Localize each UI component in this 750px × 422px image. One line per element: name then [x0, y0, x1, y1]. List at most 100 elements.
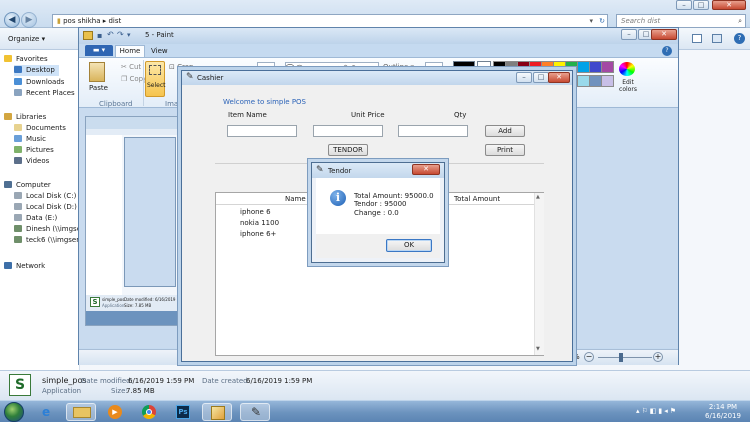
nav-network-drive-teck6[interactable]: teck6 (\\imgserve [14, 235, 88, 246]
photoshop-icon: Ps [176, 405, 190, 419]
nav-recent-places-label: Recent Places [26, 89, 75, 97]
nav-documents[interactable]: Documents [14, 123, 66, 134]
paste-icon[interactable] [89, 62, 105, 82]
table-row[interactable]: nokia 1100 [240, 219, 279, 227]
address-box[interactable]: ▮ pos shikha ▸ dist ▾ ↻ [52, 14, 608, 28]
tendor-title: Tendor [328, 167, 352, 175]
edit-colors-icon[interactable] [619, 62, 635, 76]
column-name[interactable]: Name [285, 195, 306, 203]
nav-favorites[interactable]: Favorites [4, 54, 48, 65]
scroll-down-icon[interactable]: ▼ [536, 346, 540, 352]
back-icon[interactable]: ◀ [4, 12, 20, 28]
nav-desktop[interactable]: Desktop [14, 65, 59, 76]
paint-menu-button[interactable]: ▬ ▾ [85, 45, 113, 56]
nav-pictures[interactable]: Pictures [14, 145, 54, 156]
table-row[interactable]: iphone 6+ [240, 230, 276, 238]
folder-icon: ▮ [57, 17, 61, 25]
nav-pictures-label: Pictures [26, 146, 54, 154]
zoom-slider-thumb[interactable] [619, 353, 623, 362]
tendor-button[interactable]: TENDOR [328, 144, 368, 156]
zoom-out-icon[interactable]: − [584, 352, 594, 362]
ribbon-divider [143, 60, 144, 106]
select-icon [149, 65, 161, 75]
cut-label[interactable]: ✂ Cut [121, 63, 141, 71]
nav-network[interactable]: Network [4, 261, 45, 272]
tab-home[interactable]: Home [115, 45, 145, 57]
dropdown-icon[interactable]: ▾ [589, 15, 593, 27]
paint-help-icon[interactable]: ? [662, 46, 672, 56]
breadcrumb-item-0[interactable]: pos shikha [63, 17, 100, 25]
palette-swatch[interactable] [601, 75, 614, 87]
palette-swatch[interactable] [601, 61, 614, 73]
edit-colors-label[interactable]: Edit colors [617, 79, 639, 93]
preview-pane-icon[interactable] [692, 34, 702, 43]
pictures-icon [14, 146, 22, 153]
taskbar-paint[interactable] [202, 403, 232, 421]
table-scrollbar[interactable]: ▲ ▼ [534, 193, 544, 355]
nav-recent-places[interactable]: Recent Places [14, 88, 75, 99]
cashier-maximize-button[interactable]: □ [533, 72, 549, 83]
ok-button[interactable]: OK [386, 239, 432, 252]
maximize-button[interactable]: □ [693, 0, 709, 10]
nav-downloads[interactable]: Downloads [14, 77, 64, 88]
taskbar-java-app[interactable]: ✎ [240, 403, 270, 421]
cashier-minimize-button[interactable]: – [516, 72, 532, 83]
close-button[interactable]: ✕ [712, 0, 746, 10]
minimize-button[interactable]: – [676, 0, 692, 10]
nav-music[interactable]: Music [14, 134, 46, 145]
nav-drive-d[interactable]: Local Disk (D:) [14, 202, 77, 213]
cashier-close-button[interactable]: ✕ [548, 72, 570, 83]
system-tray-icons[interactable]: ▴⚐◧▮◂⚑ [636, 407, 696, 417]
redo-icon[interactable]: ↷ [117, 30, 124, 39]
save-icon[interactable]: ▪ [97, 31, 102, 40]
table-row[interactable]: iphone 6 [240, 208, 271, 216]
taskbar-photoshop[interactable]: Ps [168, 403, 198, 421]
paste-label[interactable]: Paste [89, 84, 108, 92]
qat-dropdown-icon[interactable]: ▾ [127, 31, 131, 39]
thumbnail-nav [86, 135, 122, 295]
explorer-address-bar: ◀ ▶ ▮ pos shikha ▸ dist ▾ ↻ Search dist … [0, 0, 750, 28]
nav-drive-c[interactable]: Local Disk (C:) [14, 191, 76, 202]
organize-button[interactable]: Organize ▾ [8, 35, 45, 43]
clock-time[interactable]: 2:14 PM [700, 403, 746, 411]
refresh-icon[interactable]: ↻ [599, 15, 605, 27]
chrome-center [146, 409, 152, 415]
scroll-up-icon[interactable]: ▲ [536, 194, 540, 200]
paint-minimize-button[interactable]: – [621, 29, 637, 40]
select-button[interactable]: Select [145, 61, 166, 97]
welcome-heading: Welcome to simple POS [223, 98, 307, 106]
taskbar-explorer[interactable] [66, 403, 96, 421]
add-button[interactable]: Add [485, 125, 525, 137]
desktop-icon [14, 66, 22, 73]
tendor-close-button[interactable]: ✕ [412, 164, 440, 175]
start-button[interactable] [4, 402, 24, 422]
nav-computer[interactable]: Computer [4, 180, 51, 191]
nav-network-drive-dinesh[interactable]: Dinesh (\\imgser [14, 224, 84, 235]
clock-date[interactable]: 6/16/2019 [700, 412, 746, 420]
nav-videos[interactable]: Videos [14, 156, 49, 167]
unit-price-input[interactable] [313, 125, 383, 137]
undo-icon[interactable]: ↶ [107, 30, 114, 39]
paint-title-bar: ▪ ↶ ↷ ▾ 5 - Paint – □ ✕ [79, 28, 678, 44]
breadcrumb-item-1[interactable]: dist [108, 17, 121, 25]
paint-close-button[interactable]: ✕ [651, 29, 677, 40]
taskbar-chrome[interactable] [134, 403, 164, 421]
nav-drive-e[interactable]: Data (E:) [14, 213, 57, 224]
column-total-amount[interactable]: Total Amount [454, 195, 500, 203]
help-icon[interactable]: ? [734, 33, 745, 44]
print-button[interactable]: Print [485, 144, 525, 156]
item-name-input[interactable] [227, 125, 297, 137]
layout-icon[interactable] [712, 34, 722, 43]
folder-icon [73, 407, 91, 418]
taskbar-media-player[interactable]: ▶ [100, 403, 130, 421]
qty-input[interactable] [398, 125, 468, 137]
taskbar-ie[interactable]: e [34, 403, 64, 421]
nav-network-label: Network [16, 262, 46, 270]
details-pane: S simple_pos Application Date modified: … [0, 370, 750, 400]
nav-libraries[interactable]: Libraries [4, 112, 46, 123]
forward-icon[interactable]: ▶ [21, 12, 37, 28]
tab-view[interactable]: View [151, 46, 168, 57]
zoom-in-icon[interactable]: + [653, 352, 663, 362]
zoom-slider[interactable] [598, 357, 652, 358]
search-input[interactable]: Search dist ⌕ [616, 14, 746, 28]
